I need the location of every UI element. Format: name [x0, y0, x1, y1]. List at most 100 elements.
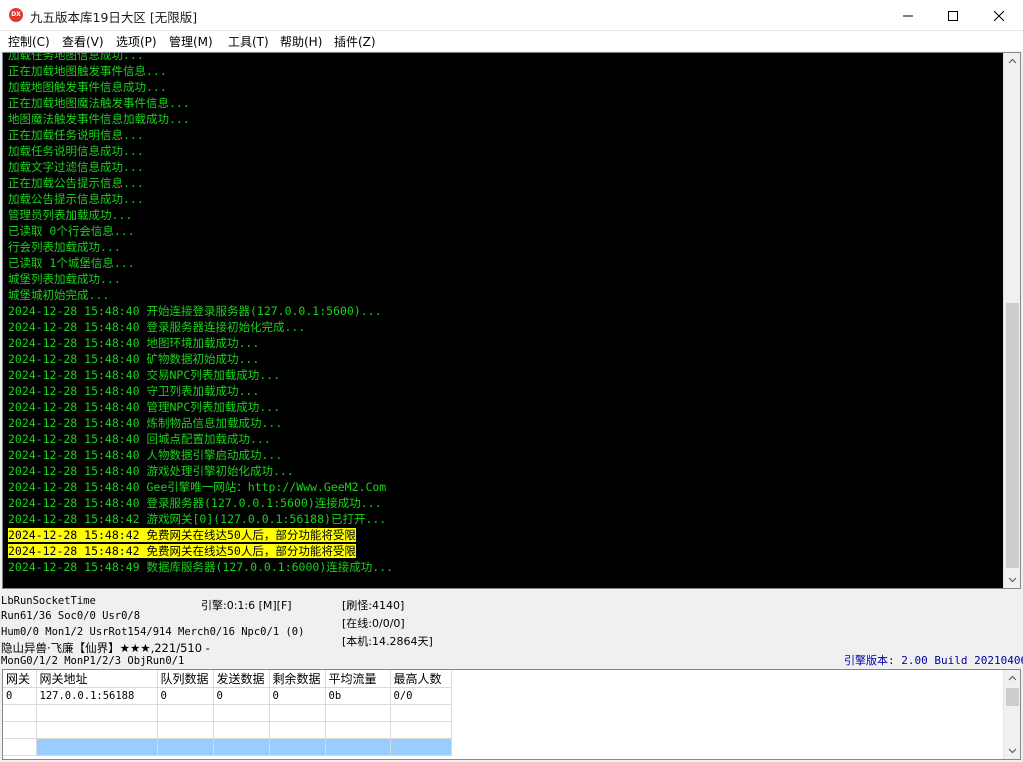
console-line: 地图魔法触发事件信息加载成功...: [8, 111, 1003, 127]
console-line: 2024-12-28 15:48:40 地图环境加载成功...: [8, 335, 1003, 351]
gate-grid[interactable]: 网关 网关地址 队列数据 发送数据 剩余数据 平均流量 最高人数 0 127.0…: [2, 669, 1021, 760]
console-line-text: 地图魔法触发事件信息加载成功...: [8, 112, 190, 126]
column-header-gate[interactable]: 网关: [3, 670, 37, 688]
console-line: 管理员列表加载成功...: [8, 207, 1003, 223]
console-line: 2024-12-28 15:48:40 回城点配置加载成功...: [8, 431, 1003, 447]
maximize-button[interactable]: [930, 0, 976, 31]
table-row[interactable]: [3, 721, 452, 739]
cell-queue: 0: [157, 687, 214, 705]
close-icon: [994, 10, 1004, 21]
title-bar: DX 九五版本库19日大区 [无限版]: [0, 0, 1023, 31]
scroll-down-button[interactable]: [1004, 742, 1020, 759]
console-line-text: 加载公告提示信息成功...: [8, 192, 144, 206]
console-line-text: 加载地图触发事件信息成功...: [8, 80, 167, 94]
console-line: 已读取 1个城堡信息...: [8, 255, 1003, 271]
monster-refresh-count: [刷怪:4140]: [342, 599, 405, 612]
menu-bar: 控制(C) 查看(V) 选项(P) 管理(M) 工具(T) 帮助(H) 插件(Z…: [0, 31, 1023, 51]
maximize-icon: [948, 10, 958, 21]
console-line: 2024-12-28 15:48:40 Gee引擎唯一网站：http://Www…: [8, 479, 1003, 495]
console-line-text: 加载任务地图信息成功...: [8, 52, 144, 62]
engine-version: 引擎版本: 2.00 Build 20210406: [844, 654, 1023, 667]
scroll-down-button[interactable]: [1004, 571, 1020, 588]
menu-help[interactable]: 帮助(H): [280, 33, 322, 50]
console-line-text: 城堡列表加载成功...: [8, 272, 121, 286]
column-header-address[interactable]: 网关地址: [36, 670, 158, 688]
console-line: 2024-12-28 15:48:40 交易NPC列表加载成功...: [8, 367, 1003, 383]
console-line: 加载任务说明信息成功...: [8, 143, 1003, 159]
console-line-text: 2024-12-28 15:48:40 炼制物品信息加载成功...: [8, 416, 283, 430]
console-line-text: 2024-12-28 15:48:40 回城点配置加载成功...: [8, 432, 271, 446]
console-line-text: 2024-12-28 15:48:40 游戏处理引擎初始化成功...: [8, 464, 294, 478]
console-line-text: 2024-12-28 15:48:42 游戏网关[0](127.0.0.1:56…: [8, 512, 387, 526]
cell-address: 127.0.0.1:56188: [36, 687, 158, 705]
console-line: 2024-12-28 15:48:40 人物数据引擎启动成功...: [8, 447, 1003, 463]
hero-status: 隐山异兽·飞廉【仙界】★★★,221/510 -: [1, 641, 210, 655]
cell-gate: 0: [3, 687, 37, 705]
console-line-text: 城堡城初始完成...: [8, 288, 110, 302]
chevron-down-icon: [1008, 577, 1017, 583]
console-line: 正在加载地图魔法触发事件信息...: [8, 95, 1003, 111]
console-line-text: 2024-12-28 15:48:40 Gee引擎唯一网站：http://Www…: [8, 480, 387, 494]
console-line-warning: 2024-12-28 15:48:42 免费网关在线达50人后，部分功能将受限: [8, 543, 1003, 559]
menu-options[interactable]: 选项(P): [116, 33, 157, 50]
console-line-text: 正在加载地图魔法触发事件信息...: [8, 96, 190, 110]
console-scrollbar[interactable]: [1003, 53, 1020, 588]
console-line: 加载文字过滤信息成功...: [8, 159, 1003, 175]
close-button[interactable]: [976, 0, 1022, 31]
menu-manage[interactable]: 管理(M): [169, 33, 213, 50]
console-line: 2024-12-28 15:48:40 矿物数据初始成功...: [8, 351, 1003, 367]
console-line: 2024-12-28 15:48:42 游戏网关[0](127.0.0.1:56…: [8, 511, 1003, 527]
console-line: 2024-12-28 15:48:40 登录服务器(127.0.0.1:5600…: [8, 495, 1003, 511]
console-line-text: 加载任务说明信息成功...: [8, 144, 144, 158]
console-line: 2024-12-28 15:48:49 数据库服务器(127.0.0.1:600…: [8, 559, 1003, 575]
console-line: 2024-12-28 15:48:40 登录服务器连接初始化完成...: [8, 319, 1003, 335]
cell-avg-traffic: 0b: [325, 687, 391, 705]
scroll-thumb[interactable]: [1006, 303, 1019, 568]
table-header-row: 网关 网关地址 队列数据 发送数据 剩余数据 平均流量 最高人数: [3, 670, 452, 688]
console-line: 行会列表加载成功...: [8, 239, 1003, 255]
menu-tools[interactable]: 工具(T): [228, 33, 269, 50]
table-row[interactable]: [3, 704, 452, 722]
console-log[interactable]: 加载任务地图信息成功... 正在加载地图触发事件信息... 加载地图触发事件信息成功…: [2, 52, 1021, 589]
scroll-thumb[interactable]: [1006, 688, 1019, 706]
menu-plugins[interactable]: 插件(Z): [334, 33, 376, 50]
column-header-max-users[interactable]: 最高人数: [390, 670, 452, 688]
table-row-selected[interactable]: [3, 738, 452, 756]
scroll-up-button[interactable]: [1004, 670, 1020, 687]
console-line-text: 2024-12-28 15:48:40 人物数据引擎启动成功...: [8, 448, 283, 462]
console-line-text: 2024-12-28 15:48:40 开始连接登录服务器(127.0.0.1:…: [8, 304, 382, 318]
gate-table: 网关 网关地址 队列数据 发送数据 剩余数据 平均流量 最高人数 0 127.0…: [3, 670, 452, 756]
scroll-up-button[interactable]: [1004, 53, 1020, 70]
console-line-text: 行会列表加载成功...: [8, 240, 121, 254]
console-line: 正在加载地图触发事件信息...: [8, 63, 1003, 79]
column-header-sent[interactable]: 发送数据: [213, 670, 270, 688]
console-line-text: 正在加载公告提示信息...: [8, 176, 144, 190]
console-line: 城堡列表加载成功...: [8, 271, 1003, 287]
cell-remaining: 0: [269, 687, 326, 705]
chevron-up-icon: [1008, 675, 1017, 681]
console-line-text: 2024-12-28 15:48:40 矿物数据初始成功...: [8, 352, 260, 366]
app-icon: DX: [9, 8, 23, 22]
menu-view[interactable]: 查看(V): [62, 33, 104, 50]
console-line-text: 2024-12-28 15:48:40 登录服务器连接初始化完成...: [8, 320, 306, 334]
window-title: 九五版本库19日大区 [无限版]: [30, 10, 198, 25]
console-line-text: 2024-12-28 15:48:42 免费网关在线达50人后，部分功能将受限: [8, 528, 356, 542]
hum-stats: Hum0/0 Mon1/2 UsrRot154/914 Merch0/16 Np…: [1, 626, 305, 638]
minimize-button[interactable]: [885, 0, 931, 31]
console-line-text: 2024-12-28 15:48:42 免费网关在线达50人后，部分功能将受限: [8, 544, 356, 558]
cell-max-users: 0/0: [390, 687, 452, 705]
engine-status: 引擎:0:1:6 [M][F]: [201, 599, 292, 612]
console-line: 正在加载公告提示信息...: [8, 175, 1003, 191]
console-line-text: 正在加载任务说明信息...: [8, 128, 144, 142]
column-header-avg-traffic[interactable]: 平均流量: [325, 670, 391, 688]
column-header-remaining[interactable]: 剩余数据: [269, 670, 326, 688]
console-line-text: 2024-12-28 15:48:49 数据库服务器(127.0.0.1:600…: [8, 560, 394, 574]
console-line: 加载公告提示信息成功...: [8, 191, 1003, 207]
column-header-queue[interactable]: 队列数据: [157, 670, 214, 688]
grid-scrollbar[interactable]: [1003, 670, 1020, 759]
console-line: 正在加载任务说明信息...: [8, 127, 1003, 143]
table-row[interactable]: 0 127.0.0.1:56188 0 0 0 0b 0/0: [3, 687, 452, 705]
minimize-icon: [903, 15, 913, 16]
menu-control[interactable]: 控制(C): [8, 33, 50, 50]
console-lines: 加载任务地图信息成功... 正在加载地图触发事件信息... 加载地图触发事件信息成功…: [8, 52, 1003, 575]
